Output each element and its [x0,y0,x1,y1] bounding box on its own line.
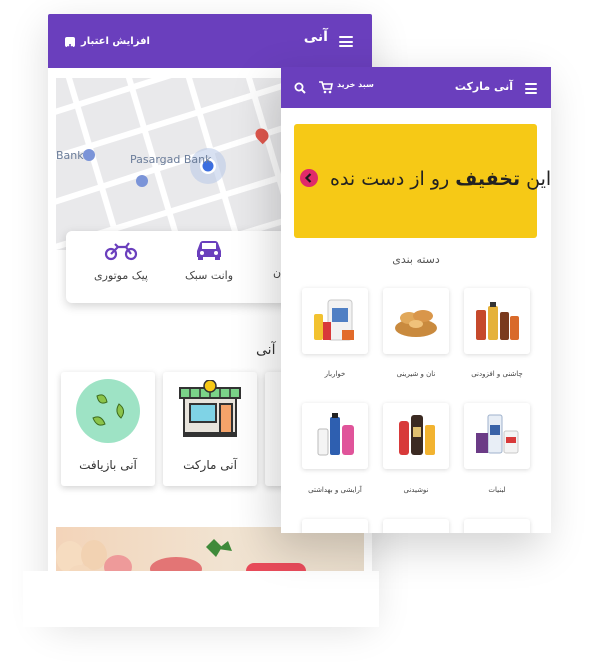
category-tile-bread[interactable] [383,288,449,354]
cosmetics-icon [317,413,354,456]
map-bank-label-left: Bank [56,149,84,162]
service-label: آنی مارکت [183,458,237,472]
grocery-banner[interactable] [56,527,364,577]
promo-banner[interactable]: این تخفیف رو از دست نده [294,124,551,238]
promo-arrow-icon[interactable] [300,169,318,187]
condiments-icon [476,302,519,340]
vehicle-label: وانت سبک [184,269,234,282]
cart-button[interactable]: سبد خرید [319,79,375,95]
back-topbar: آنی افزایش اعتبار [48,14,372,68]
services-section-title: آنی [256,342,276,358]
category-label: نان و شیرینی [396,370,436,378]
drinks-icon [399,415,435,455]
grocery-photo [56,539,306,577]
category-tile-groceries[interactable] [302,288,368,354]
recycle-icon [76,379,140,443]
category-tile-partial[interactable] [383,519,449,533]
categories-title: دسته بندی [392,253,440,266]
map-bank-label: Pasargad Bank [130,153,212,166]
service-card-recycle[interactable]: آنی بازیافت [61,372,155,486]
service-card-market[interactable]: آنی مارکت [163,372,257,486]
promo-highlight: تخفیف [455,168,521,190]
category-label: آرایشی و بهداشتی [308,486,362,494]
vehicle-label: پیک موتوری [94,269,148,282]
category-tile-condiments[interactable] [464,288,530,354]
groceries-icon [314,299,354,341]
category-tile-partial[interactable] [302,519,368,533]
cart-label: سبد خرید [337,80,374,89]
plus-icon [65,37,75,50]
app-title: آنی [303,29,328,45]
bread-icon [395,310,437,337]
service-label: آنی بازیافت [79,458,137,472]
vehicle-option-car[interactable]: وانت سبک [174,239,244,282]
atm-marker-icon [136,175,148,187]
dairy-icon [476,414,519,454]
promo-prefix: این [526,168,551,190]
category-label: لبنیات [488,486,506,494]
add-credit-label: افزایش اعتبار [81,36,150,47]
promo-text: این تخفیف رو از دست نده [330,168,551,190]
store-icon [179,380,241,437]
front-phone-screen: آنی مارکت سبد خرید این تخفیف رو از دست ن… [281,67,551,533]
add-credit-button[interactable]: افزایش اعتبار [65,34,155,50]
category-tile-cosmetics[interactable] [302,403,368,469]
vehicle-option-motorcycle[interactable]: پیک موتوری [86,241,156,282]
category-tile-drinks[interactable] [383,403,449,469]
search-icon[interactable] [294,82,306,94]
market-title: آنی مارکت [454,80,513,93]
bottom-panel [23,571,379,627]
menu-icon[interactable] [525,83,537,94]
car-icon [197,241,221,260]
menu-icon[interactable] [339,36,353,47]
category-label: چاشنی و افزودنی [471,370,523,378]
cart-icon [319,81,333,94]
motorcycle-icon [104,242,138,261]
category-tile-dairy[interactable] [464,403,530,469]
bank-marker-icon [83,149,95,161]
category-label: خواربار [324,370,346,378]
category-label: نوشیدنی [403,486,429,494]
front-topbar: آنی مارکت سبد خرید [281,67,551,108]
category-tile-partial[interactable] [464,519,530,533]
promo-suffix: رو از دست نده [330,168,450,190]
